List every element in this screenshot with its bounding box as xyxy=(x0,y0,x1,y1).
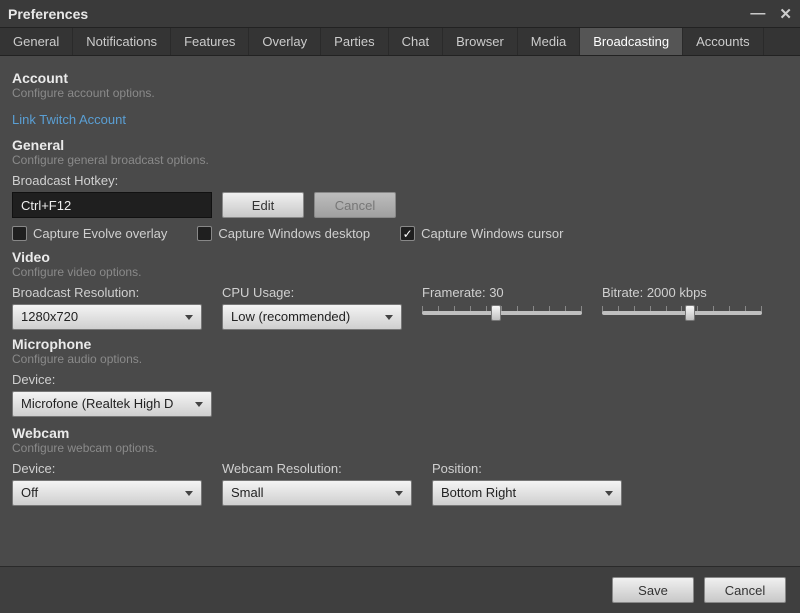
framerate-slider[interactable] xyxy=(422,304,582,322)
microphone-section-title: Microphone xyxy=(12,336,788,352)
webcam-section-title: Webcam xyxy=(12,425,788,441)
video-section-desc: Configure video options. xyxy=(12,265,788,279)
broadcast-resolution-label: Broadcast Resolution: xyxy=(12,285,202,300)
broadcast-hotkey-input[interactable] xyxy=(12,192,212,218)
bitrate-label: Bitrate: 2000 kbps xyxy=(602,285,762,300)
titlebar: Preferences — ✕ xyxy=(0,0,800,28)
tab-chat[interactable]: Chat xyxy=(389,28,443,55)
cpu-usage-label: CPU Usage: xyxy=(222,285,402,300)
tabs-bar: General Notifications Features Overlay P… xyxy=(0,28,800,56)
tab-overlay[interactable]: Overlay xyxy=(249,28,321,55)
capture-desktop-checkbox[interactable] xyxy=(197,226,212,241)
tab-parties[interactable]: Parties xyxy=(321,28,388,55)
cpu-usage-select[interactable]: Low (recommended) xyxy=(222,304,402,330)
tab-accounts[interactable]: Accounts xyxy=(683,28,763,55)
framerate-thumb[interactable] xyxy=(491,305,501,321)
video-section-title: Video xyxy=(12,249,788,265)
tab-broadcasting[interactable]: Broadcasting xyxy=(580,28,683,55)
capture-cursor-label: Capture Windows cursor xyxy=(421,226,563,241)
mic-device-select[interactable]: Microfone (Realtek High D xyxy=(12,391,212,417)
webcam-position-select[interactable]: Bottom Right xyxy=(432,480,622,506)
mic-device-label: Device: xyxy=(12,372,788,387)
tab-browser[interactable]: Browser xyxy=(443,28,518,55)
account-section-desc: Configure account options. xyxy=(12,86,788,100)
webcam-position-label: Position: xyxy=(432,461,622,476)
webcam-device-label: Device: xyxy=(12,461,202,476)
webcam-resolution-select[interactable]: Small xyxy=(222,480,412,506)
capture-overlay-checkbox[interactable] xyxy=(12,226,27,241)
microphone-section-desc: Configure audio options. xyxy=(12,352,788,366)
general-section-desc: Configure general broadcast options. xyxy=(12,153,788,167)
window-title: Preferences xyxy=(8,6,88,22)
broadcast-resolution-select[interactable]: 1280x720 xyxy=(12,304,202,330)
footer-bar: Save Cancel xyxy=(0,566,800,613)
bitrate-thumb[interactable] xyxy=(685,305,695,321)
broadcast-hotkey-label: Broadcast Hotkey: xyxy=(12,173,788,188)
edit-hotkey-button[interactable]: Edit xyxy=(222,192,304,218)
general-section-title: General xyxy=(12,137,788,153)
cancel-hotkey-button: Cancel xyxy=(314,192,396,218)
tab-notifications[interactable]: Notifications xyxy=(73,28,171,55)
tab-general[interactable]: General xyxy=(0,28,73,55)
save-button[interactable]: Save xyxy=(612,577,694,603)
window-controls: — ✕ xyxy=(750,5,792,23)
webcam-resolution-label: Webcam Resolution: xyxy=(222,461,412,476)
close-icon[interactable]: ✕ xyxy=(779,5,792,23)
cancel-button[interactable]: Cancel xyxy=(704,577,786,603)
capture-desktop-label: Capture Windows desktop xyxy=(218,226,370,241)
content-panel: Account Configure account options. Link … xyxy=(0,56,800,566)
capture-cursor-checkbox[interactable] xyxy=(400,226,415,241)
tab-media[interactable]: Media xyxy=(518,28,580,55)
tab-features[interactable]: Features xyxy=(171,28,249,55)
bitrate-slider[interactable] xyxy=(602,304,762,322)
account-section-title: Account xyxy=(12,70,788,86)
link-twitch-account[interactable]: Link Twitch Account xyxy=(12,112,126,127)
capture-overlay-label: Capture Evolve overlay xyxy=(33,226,167,241)
framerate-label: Framerate: 30 xyxy=(422,285,582,300)
minimize-icon[interactable]: — xyxy=(750,5,765,23)
webcam-section-desc: Configure webcam options. xyxy=(12,441,788,455)
webcam-device-select[interactable]: Off xyxy=(12,480,202,506)
